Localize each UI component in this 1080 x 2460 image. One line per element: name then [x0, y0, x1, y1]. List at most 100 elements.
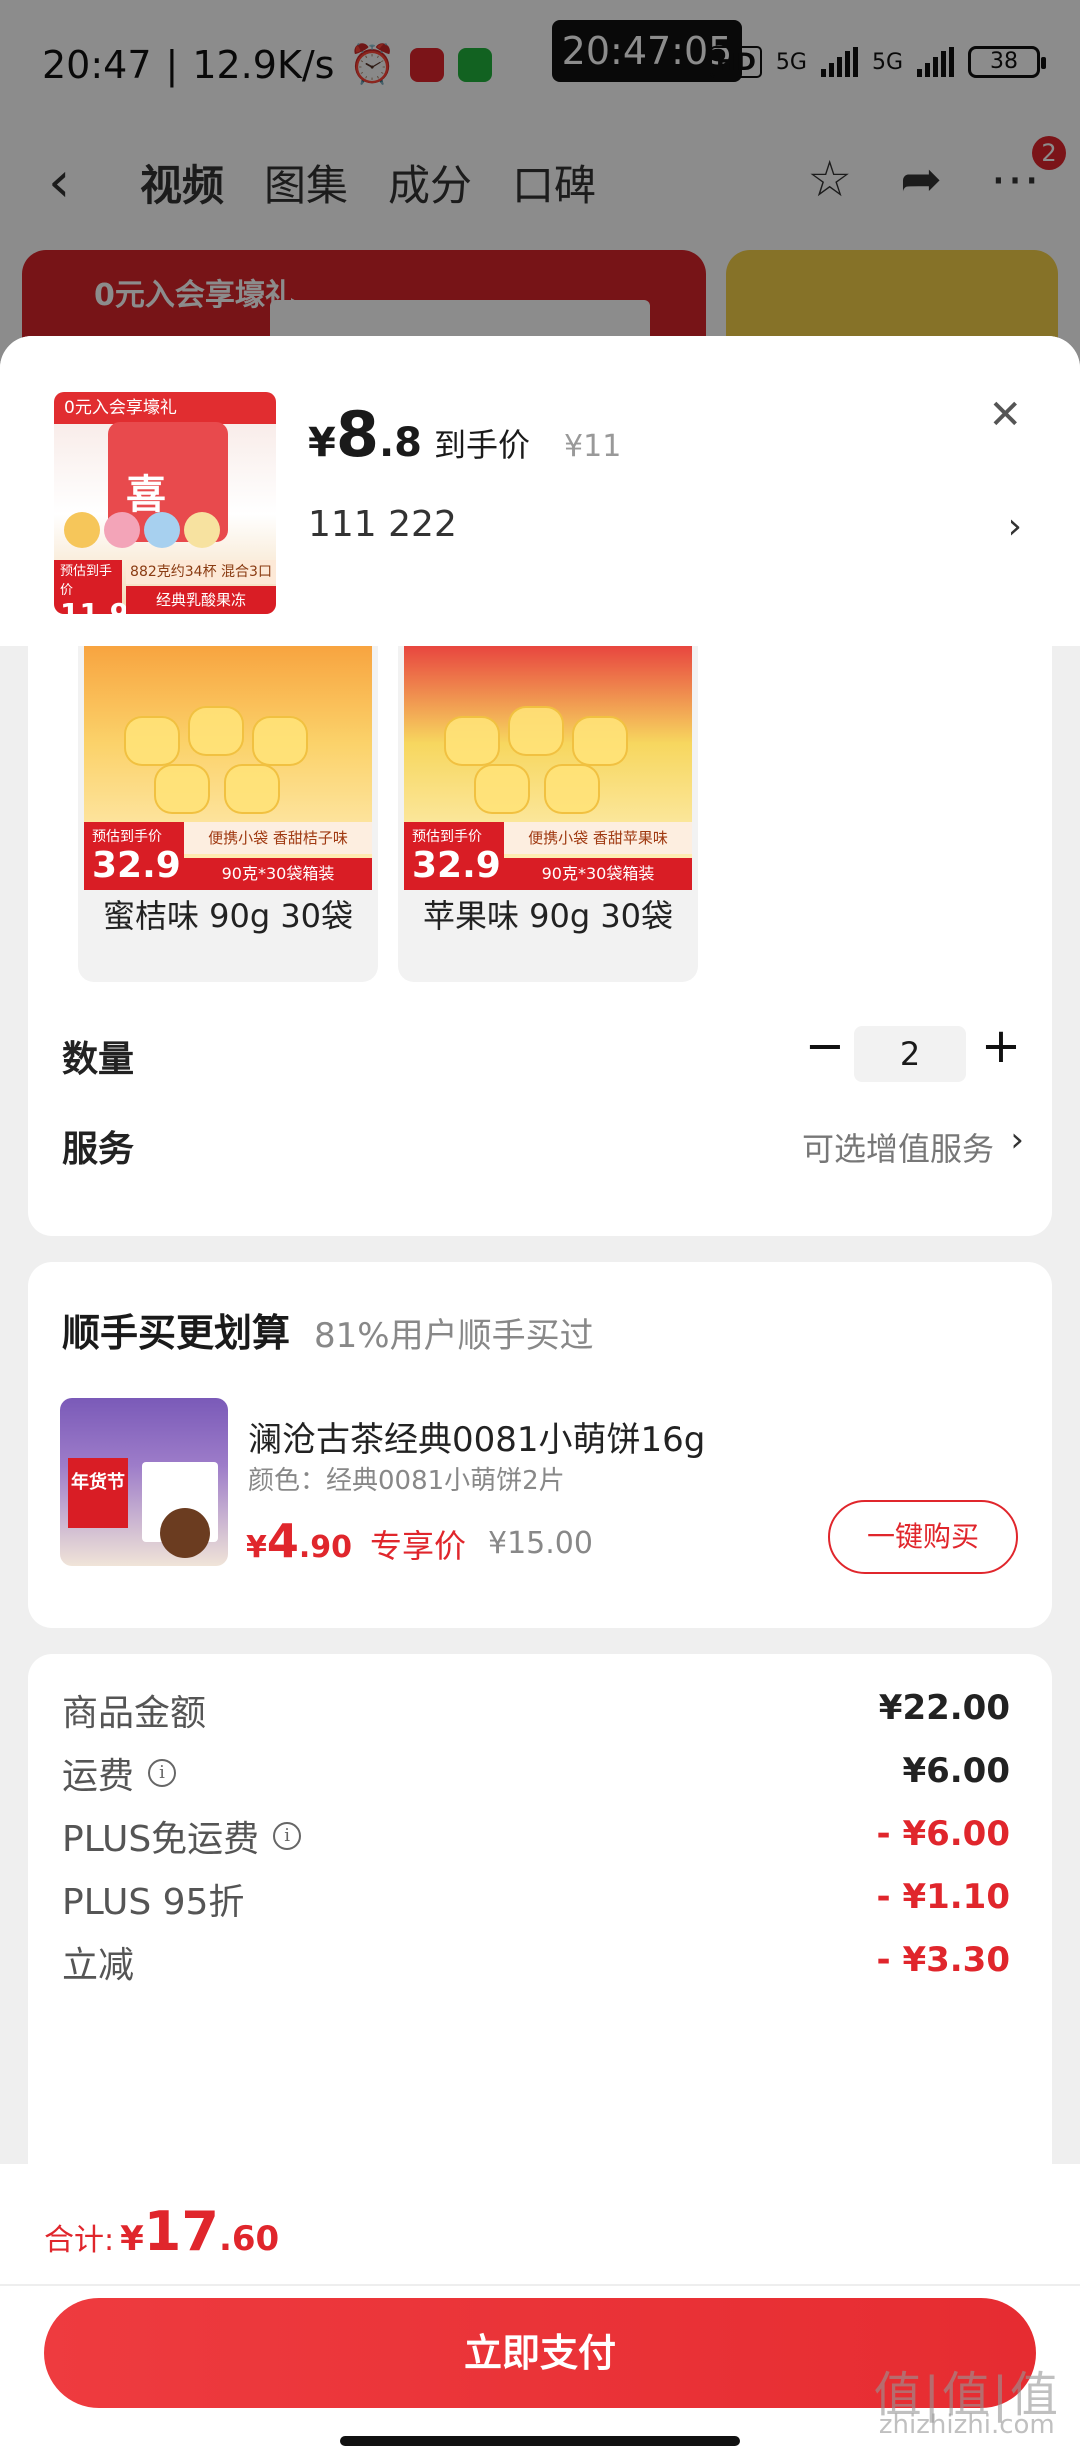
watermark-logo: 值|值|值	[873, 2367, 1060, 2423]
jelly-shape	[188, 706, 244, 756]
price-symbol: ¥	[308, 420, 336, 466]
flavor-name: 蜜桔味 90g 30袋	[102, 897, 354, 935]
upsell-original-price: ¥15.00	[488, 1526, 593, 1561]
thumb-jelly-balls	[64, 512, 264, 552]
upsell-price: ¥ 4 .90 专享价	[246, 1514, 466, 1568]
breakdown-row: PLUS免运费 i - ¥6.00	[62, 1810, 1022, 1870]
breakdown-label: PLUS免运费 i	[62, 1810, 302, 1862]
flavor-option[interactable]: 预估到手价 32.9 便携小袋 香甜桔子味 90克*30袋箱装 蜜桔味 90g …	[78, 646, 378, 982]
breakdown-value: - ¥3.30	[876, 1940, 1011, 1980]
product-thumbnail: 0元入会享壕礼 喜 预估到手价 11.9 882克约34杯 混合3口味 经典乳酸…	[54, 392, 276, 614]
chevron-right-icon[interactable]: ›	[1010, 1120, 1024, 1160]
breakdown-label-text: 商品金额	[62, 1693, 207, 1734]
flavor-option[interactable]: 预估到手价 32.9 便携小袋 香甜苹果味 90克*30袋箱装 苹果味 90g …	[398, 646, 698, 982]
flavor-badge-label: 预估到手价	[92, 829, 162, 845]
header-price: ¥ 8 .8 到手价 ¥11	[308, 398, 621, 471]
service-label: 服务	[62, 1129, 135, 1170]
flavor-badge-label: 预估到手价	[412, 829, 482, 845]
jelly-shape	[444, 716, 500, 766]
quantity-input[interactable]: 2	[854, 1026, 966, 1082]
breakdown-row: 立减 - ¥3.30	[62, 1936, 1022, 1996]
one-click-buy-button[interactable]: 一键购买	[828, 1500, 1018, 1574]
jelly-shape	[572, 716, 628, 766]
upsell-card: 顺手买更划算 81%用户顺手买过 年货节 澜沧古茶经典0081小萌饼16g 颜色…	[28, 1262, 1052, 1628]
upsell-subtitle: 81%用户顺手买过	[314, 1316, 594, 1356]
thumb-price-block: 预估到手价 11.9	[54, 560, 130, 615]
breakdown-label: PLUS 95折	[62, 1873, 244, 1925]
breakdown-label: 立减	[62, 1936, 134, 1988]
original-price: ¥11	[564, 429, 622, 464]
breakdown-value: ¥22.00	[878, 1688, 1010, 1728]
jelly-shape	[508, 706, 564, 756]
purchase-sheet: 0元入会享壕礼 喜 预估到手价 11.9 882克约34杯 混合3口味 经典乳酸…	[0, 336, 1080, 2460]
upsell-price-integer: 4	[266, 1514, 299, 1568]
background-page: 20:47 | 12.9K/s ⏰ 20:47:05 HD 5G 5G 38 ‹…	[0, 0, 1080, 390]
total-decimal: .60	[218, 2219, 280, 2259]
breakdown-value: - ¥6.00	[876, 1814, 1011, 1854]
price-label: 到手价	[434, 426, 531, 464]
thumb-desc: 882克约34杯 混合3口味	[126, 560, 276, 604]
order-total: 合计: ¥ 17 .60	[44, 2200, 279, 2263]
flavor-price-badge: 预估到手价 32.9	[84, 822, 184, 890]
upsell-price-symbol: ¥	[246, 1530, 267, 1565]
close-icon[interactable]: ✕	[988, 392, 1022, 438]
chevron-right-icon[interactable]: ›	[1008, 506, 1022, 547]
jelly-shape	[544, 764, 600, 814]
flavor-tag: 便携小袋 香甜桔子味	[184, 822, 372, 854]
thumb-price: 11.9	[60, 597, 130, 615]
upsell-price-label: 专享价	[370, 1527, 467, 1565]
price-breakdown: 商品金额 ¥22.00 运费 i ¥6.00 PLUS免运费 i - ¥6.00 P…	[28, 1654, 1052, 2214]
quantity-increase-button[interactable]: +	[976, 1018, 1026, 1074]
jelly-shape	[154, 764, 210, 814]
divider	[0, 2284, 1080, 2286]
info-icon[interactable]: i	[273, 1822, 302, 1850]
breakdown-value: ¥6.00	[902, 1751, 1010, 1791]
upsell-title: 顺手买更划算	[62, 1311, 291, 1355]
quantity-decrease-button[interactable]: −	[800, 1018, 850, 1074]
flavor-price: 32.9	[412, 845, 501, 886]
breakdown-label: 运费 i	[62, 1747, 177, 1799]
breakdown-value: - ¥1.10	[876, 1877, 1011, 1917]
total-label: 合计:	[44, 2223, 115, 2258]
upsell-img-tag: 年货节	[68, 1458, 128, 1528]
flavor-price: 32.9	[92, 845, 181, 886]
jelly-shape	[252, 716, 308, 766]
price-decimal: .8	[378, 420, 423, 466]
upsell-product-name[interactable]: 澜沧古茶经典0081小萌饼16g	[248, 1412, 705, 1461]
breakdown-row: PLUS 95折 - ¥1.10	[62, 1873, 1022, 1933]
breakdown-label-text: PLUS 95折	[62, 1882, 245, 1923]
upsell-img-cake	[160, 1508, 210, 1558]
watermark-site: zhizhizhi.com	[878, 2410, 1055, 2440]
total-symbol: ¥	[120, 2219, 144, 2259]
breakdown-label-text: PLUS免运费	[62, 1819, 260, 1860]
breakdown-label-text: 运费	[62, 1756, 135, 1797]
sheet-header: 0元入会享壕礼 喜 预估到手价 11.9 882克约34杯 混合3口味 经典乳酸…	[0, 336, 1080, 646]
watermark: 值|值|值 zhizhizhi.com	[873, 2367, 1060, 2440]
dim-overlay[interactable]	[0, 0, 1080, 380]
info-icon[interactable]: i	[148, 1759, 177, 1787]
breakdown-row: 商品金额 ¥22.00	[62, 1684, 1022, 1744]
flavor-price-badge: 预估到手价 32.9	[404, 822, 504, 890]
flavor-tag: 便携小袋 香甜苹果味	[504, 822, 692, 854]
flavor-pack-tag: 90克*30袋箱装	[504, 858, 692, 890]
home-indicator[interactable]	[340, 2436, 740, 2446]
upsell-product-image[interactable]: 年货节	[60, 1398, 228, 1566]
quantity-label: 数量	[62, 1039, 135, 1080]
breakdown-row: 运费 i ¥6.00	[62, 1747, 1022, 1807]
flavor-name: 苹果味 90g 30袋	[422, 897, 674, 935]
selected-spec[interactable]: 111 222	[308, 504, 457, 545]
thumb-name: 经典乳酸果冻	[126, 586, 276, 614]
upsell-product-color: 颜色：经典0081小萌饼2片	[248, 1466, 565, 1496]
breakdown-label-text: 立减	[62, 1945, 135, 1986]
thumb-top-text: 0元入会享壕礼	[54, 392, 276, 424]
breakdown-label: 商品金额	[62, 1684, 206, 1736]
total-integer: 17	[143, 2200, 219, 2263]
thumb-price-tag: 预估到手价	[60, 564, 113, 598]
price-integer: 8	[335, 398, 379, 471]
options-card: 预估到手价 32.9 便携小袋 香甜桔子味 90克*30袋箱装 蜜桔味 90g …	[28, 646, 1052, 1236]
jelly-shape	[124, 716, 180, 766]
service-value[interactable]: 可选增值服务	[802, 1124, 994, 1170]
jelly-shape	[224, 764, 280, 814]
flavor-pack-tag: 90克*30袋箱装	[184, 858, 372, 890]
upsell-price-decimal: .90	[298, 1530, 353, 1565]
